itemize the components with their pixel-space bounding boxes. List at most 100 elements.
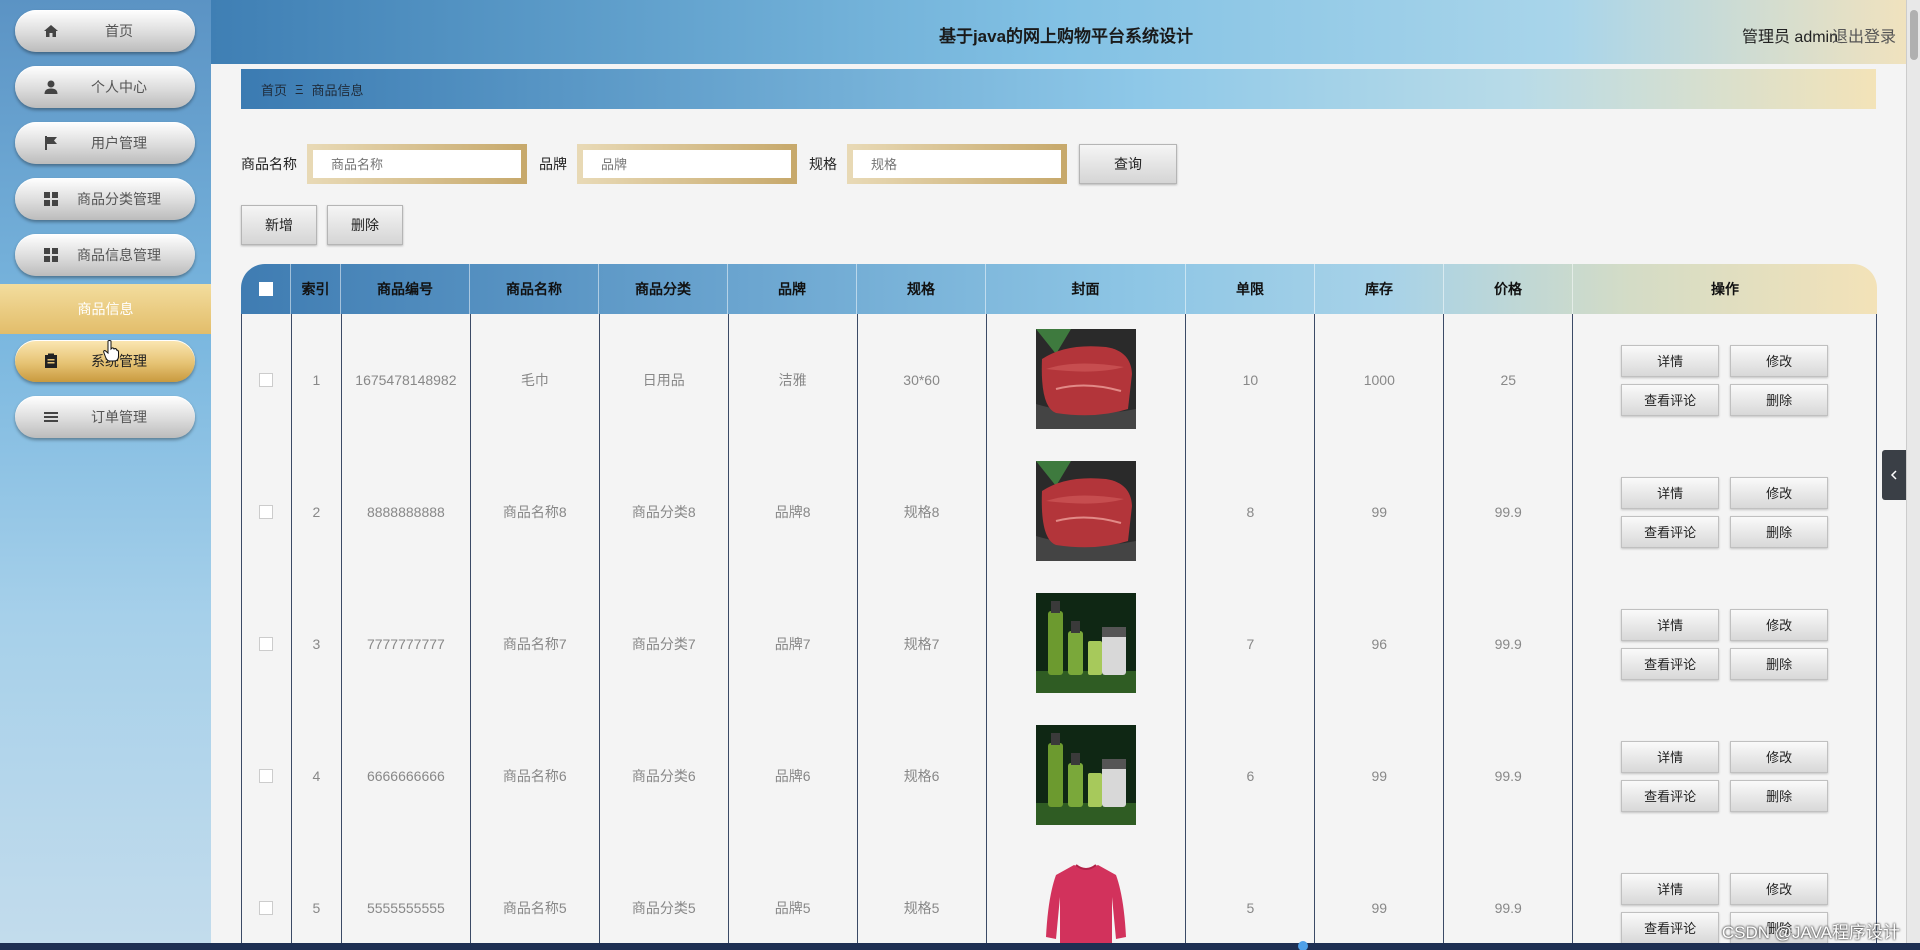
add-button[interactable]: 新增 (241, 205, 317, 245)
sidebar-item-profile[interactable]: 个人中心 (15, 66, 195, 108)
header: 基于java的网上购物平台系统设计 管理员 admin 退出登录 (211, 0, 1906, 64)
cell-spec: 规格7 (857, 578, 987, 710)
cell-spec: 30*60 (857, 314, 987, 446)
sidebar-item-category[interactable]: 商品分类管理 (15, 178, 195, 220)
edit-button[interactable]: 修改 (1730, 872, 1829, 905)
row-delete-button[interactable]: 删除 (1730, 779, 1829, 812)
cover-image (1035, 328, 1136, 432)
cell-ops: 详情 修改 查看评论 删除 (1573, 314, 1877, 446)
sidebar-item-orders[interactable]: 订单管理 (15, 396, 195, 438)
row-select-cell[interactable] (242, 578, 292, 710)
breadcrumb-home[interactable]: 首页 (261, 80, 287, 99)
cell-cover (986, 842, 1187, 950)
view-comments-button[interactable]: 查看评论 (1621, 647, 1720, 680)
cover-image (1035, 724, 1136, 828)
edit-button[interactable]: 修改 (1730, 344, 1829, 377)
table-header: 索引 商品编号 商品名称 商品分类 品牌 规格 封面 单限 库存 价格 操作 (241, 264, 1877, 314)
row-checkbox[interactable] (259, 505, 274, 519)
cell-category: 商品分类7 (599, 578, 729, 710)
view-comments-button[interactable]: 查看评论 (1621, 383, 1720, 416)
row-select-cell[interactable] (242, 446, 292, 578)
cell-brand: 品牌6 (728, 710, 858, 842)
row-select-cell[interactable] (242, 710, 292, 842)
select-all-checkbox[interactable] (258, 282, 273, 296)
row-select-cell[interactable] (242, 314, 292, 446)
cell-category: 商品分类5 (599, 842, 729, 950)
collapse-panel-button[interactable] (1882, 450, 1906, 500)
row-delete-button[interactable]: 删除 (1730, 647, 1829, 680)
grid-icon (44, 248, 58, 262)
header-limit: 单限 (1186, 264, 1315, 314)
search-spec-input[interactable] (847, 144, 1067, 184)
progress-bar (0, 941, 1920, 950)
search-row: 商品名称 品牌 规格 查询 (241, 144, 1177, 184)
cell-ops: 详情 修改 查看评论 删除 (1573, 446, 1877, 578)
table-row: 5 5555555555 商品名称5 商品分类5 品牌5 规格5 5 99 99… (242, 842, 1877, 950)
cover-image (1035, 592, 1136, 696)
sidebar-item-users[interactable]: 用户管理 (15, 122, 195, 164)
row-checkbox[interactable] (259, 637, 274, 651)
breadcrumb-current: 商品信息 (311, 82, 364, 98)
action-row: 新增 删除 (241, 205, 413, 245)
header-cover: 封面 (986, 264, 1186, 314)
cell-stock: 99 (1315, 446, 1445, 578)
sidebar-item-label: 商品信息管理 (77, 247, 161, 263)
sidebar-item-label: 个人中心 (91, 79, 147, 95)
admin-label: 管理员 admin (1741, 29, 1838, 46)
detail-button[interactable]: 详情 (1621, 740, 1720, 773)
cell-ops: 详情 修改 查看评论 删除 (1573, 578, 1877, 710)
table-row: 4 6666666666 商品名称6 商品分类6 品牌6 规格6 6 99 99… (242, 710, 1877, 842)
table-row: 1 1675478148982 毛巾 日用品 洁雅 30*60 10 1000 … (242, 314, 1877, 446)
cell-cover (986, 314, 1187, 446)
cover-image (1035, 856, 1136, 950)
view-comments-button[interactable]: 查看评论 (1621, 911, 1720, 944)
detail-button[interactable]: 详情 (1621, 872, 1720, 905)
row-checkbox[interactable] (259, 901, 274, 915)
sidebar: 首页 个人中心 用户管理 商品分类管理 商品信息管理 商品信息 系统管理 订单管… (0, 0, 211, 950)
search-brand-input[interactable] (577, 144, 797, 184)
cell-name: 商品名称8 (470, 446, 600, 578)
cell-index: 2 (291, 446, 342, 578)
row-delete-button[interactable]: 删除 (1730, 383, 1829, 416)
view-comments-button[interactable]: 查看评论 (1621, 779, 1720, 812)
table-row: 2 8888888888 商品名称8 商品分类8 品牌8 规格8 8 99 99… (242, 446, 1877, 578)
cell-cover (986, 710, 1187, 842)
detail-button[interactable]: 详情 (1621, 344, 1720, 377)
row-select-cell[interactable] (242, 842, 292, 950)
header-brand: 品牌 (728, 264, 857, 314)
row-checkbox[interactable] (259, 373, 274, 387)
scrollbar-thumb[interactable] (1910, 10, 1918, 60)
search-button[interactable]: 查询 (1079, 144, 1177, 184)
edit-button[interactable]: 修改 (1730, 740, 1829, 773)
edit-button[interactable]: 修改 (1730, 476, 1829, 509)
sidebar-subitem-product-info[interactable]: 商品信息 (0, 284, 211, 334)
grid-icon (44, 192, 58, 206)
view-comments-button[interactable]: 查看评论 (1621, 515, 1720, 548)
cell-code: 6666666666 (341, 710, 471, 842)
header-select-all[interactable] (241, 264, 291, 314)
cell-spec: 规格8 (857, 446, 987, 578)
cell-index: 5 (291, 842, 342, 950)
cell-brand: 品牌5 (728, 842, 858, 950)
table-body: 1 1675478148982 毛巾 日用品 洁雅 30*60 10 1000 … (241, 314, 1877, 950)
header-index: 索引 (291, 264, 341, 314)
sidebar-subitem-label: 商品信息 (77, 301, 134, 317)
product-table: 索引 商品编号 商品名称 商品分类 品牌 规格 封面 单限 库存 价格 操作 1… (241, 264, 1877, 950)
scrollbar[interactable] (1906, 0, 1920, 950)
table-row: 3 7777777777 商品名称7 商品分类7 品牌7 规格7 7 96 99… (242, 578, 1877, 710)
detail-button[interactable]: 详情 (1621, 476, 1720, 509)
header-name: 商品名称 (470, 264, 599, 314)
sidebar-item-label: 首页 (105, 23, 133, 39)
search-spec-label: 规格 (809, 156, 837, 172)
search-name-input[interactable] (307, 144, 527, 184)
row-checkbox[interactable] (259, 769, 274, 783)
row-delete-button[interactable]: 删除 (1730, 515, 1829, 548)
delete-button[interactable]: 删除 (327, 205, 403, 245)
logout-link[interactable]: 退出登录 (1832, 23, 1896, 47)
sidebar-item-product[interactable]: 商品信息管理 (15, 234, 195, 276)
watermark: CSDN @JAVA程序设计 (1721, 923, 1900, 942)
sidebar-item-home[interactable]: 首页 (15, 10, 195, 52)
cell-brand: 洁雅 (728, 314, 858, 446)
edit-button[interactable]: 修改 (1730, 608, 1829, 641)
detail-button[interactable]: 详情 (1621, 608, 1720, 641)
